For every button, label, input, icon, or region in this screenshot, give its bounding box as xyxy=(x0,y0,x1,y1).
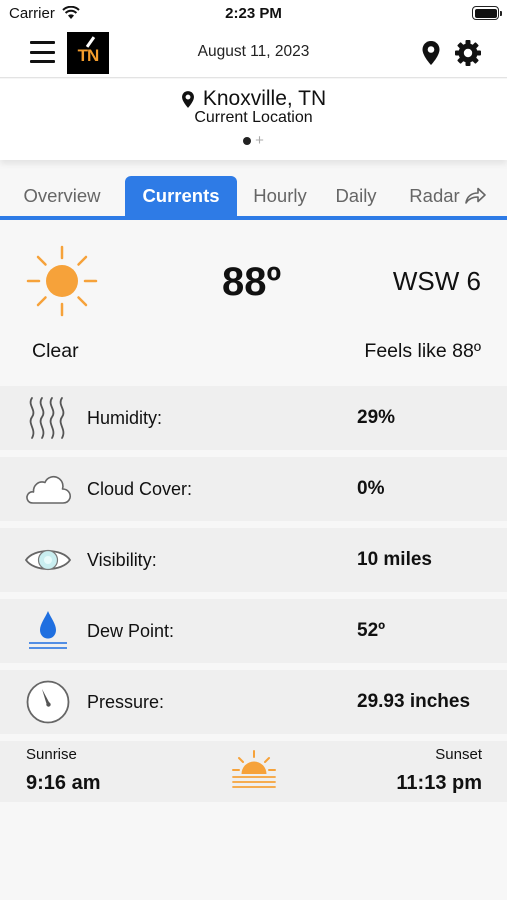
wind-value: WSW 6 xyxy=(392,266,481,296)
detail-row-humidity: Humidity: 29% xyxy=(0,386,507,450)
detail-value: 0% xyxy=(357,478,385,499)
detail-label: Pressure: xyxy=(87,692,165,712)
detail-value: 52º xyxy=(357,620,386,641)
page-dot-active xyxy=(243,137,252,145)
location-card[interactable]: Knoxville, TN Current Location + xyxy=(0,79,507,160)
detail-row-pressure: Pressure: 29.93 inches xyxy=(0,670,507,734)
tab-overview[interactable]: Overview xyxy=(14,176,110,216)
tab-bar: Overview Currents Hourly Daily Radar xyxy=(0,176,507,220)
sunrise-label: Sunrise xyxy=(26,746,77,763)
location-subtitle: Current Location xyxy=(194,109,313,126)
status-time: 2:23 PM xyxy=(225,5,282,22)
tab-daily[interactable]: Daily xyxy=(327,176,385,216)
add-location-plus[interactable]: + xyxy=(255,133,264,148)
app-header: TN August 11, 2023 xyxy=(0,28,507,78)
humidity-icon xyxy=(29,397,65,439)
detail-value: 29% xyxy=(357,407,396,428)
page-indicator[interactable]: + xyxy=(0,133,507,148)
sunset-icon xyxy=(232,750,276,788)
sunrise-time: 9:16 am xyxy=(26,772,101,794)
sunset-time: 11:13 pm xyxy=(396,772,482,794)
tab-currents[interactable]: Currents xyxy=(125,176,237,216)
tab-label: Hourly xyxy=(253,185,307,206)
settings-gear-icon[interactable] xyxy=(454,39,482,67)
location-pin-icon xyxy=(181,90,194,108)
tab-label: Overview xyxy=(23,185,101,206)
cloud-icon xyxy=(26,475,71,504)
tab-label: Currents xyxy=(142,185,220,206)
eye-icon xyxy=(24,549,72,571)
detail-label: Dew Point: xyxy=(87,621,175,641)
detail-row-cloud-cover: Cloud Cover: 0% xyxy=(0,457,507,521)
detail-value: 29.93 inches xyxy=(357,691,471,712)
location-pin-icon[interactable] xyxy=(421,40,441,66)
sunny-icon xyxy=(26,245,98,317)
detail-row-visibility: Visibility: 10 miles xyxy=(0,528,507,592)
detail-label: Cloud Cover: xyxy=(87,479,193,499)
sunset-label: Sunset xyxy=(435,746,482,763)
condition-text: Clear xyxy=(32,340,79,362)
battery-icon xyxy=(472,6,502,20)
droplet-icon xyxy=(29,611,67,649)
gauge-icon xyxy=(26,680,70,724)
tab-label: Daily xyxy=(335,185,377,206)
location-city: Knoxville, TN xyxy=(202,87,327,110)
share-arrow-icon xyxy=(464,187,486,204)
tab-label: Radar xyxy=(409,185,460,206)
tab-hourly[interactable]: Hourly xyxy=(245,176,315,216)
status-bar: Carrier 2:23 PM xyxy=(0,0,507,28)
current-conditions: 88º WSW 6 Clear Feels like 88º xyxy=(0,224,507,384)
detail-row-dew-point: Dew Point: 52º xyxy=(0,599,507,663)
tab-underline xyxy=(0,216,507,220)
detail-value: 10 miles xyxy=(357,549,432,570)
feels-like-text: Feels like 88º xyxy=(364,340,481,362)
location-row: Knoxville, TN xyxy=(0,87,507,111)
current-temperature: 88º xyxy=(222,260,282,304)
detail-label: Visibility: xyxy=(87,550,157,570)
sunrise-sunset-row: Sunrise 9:16 am Sunset 11:13 pm xyxy=(0,741,507,802)
detail-label: Humidity: xyxy=(87,408,163,428)
tab-radar[interactable]: Radar xyxy=(400,176,495,216)
